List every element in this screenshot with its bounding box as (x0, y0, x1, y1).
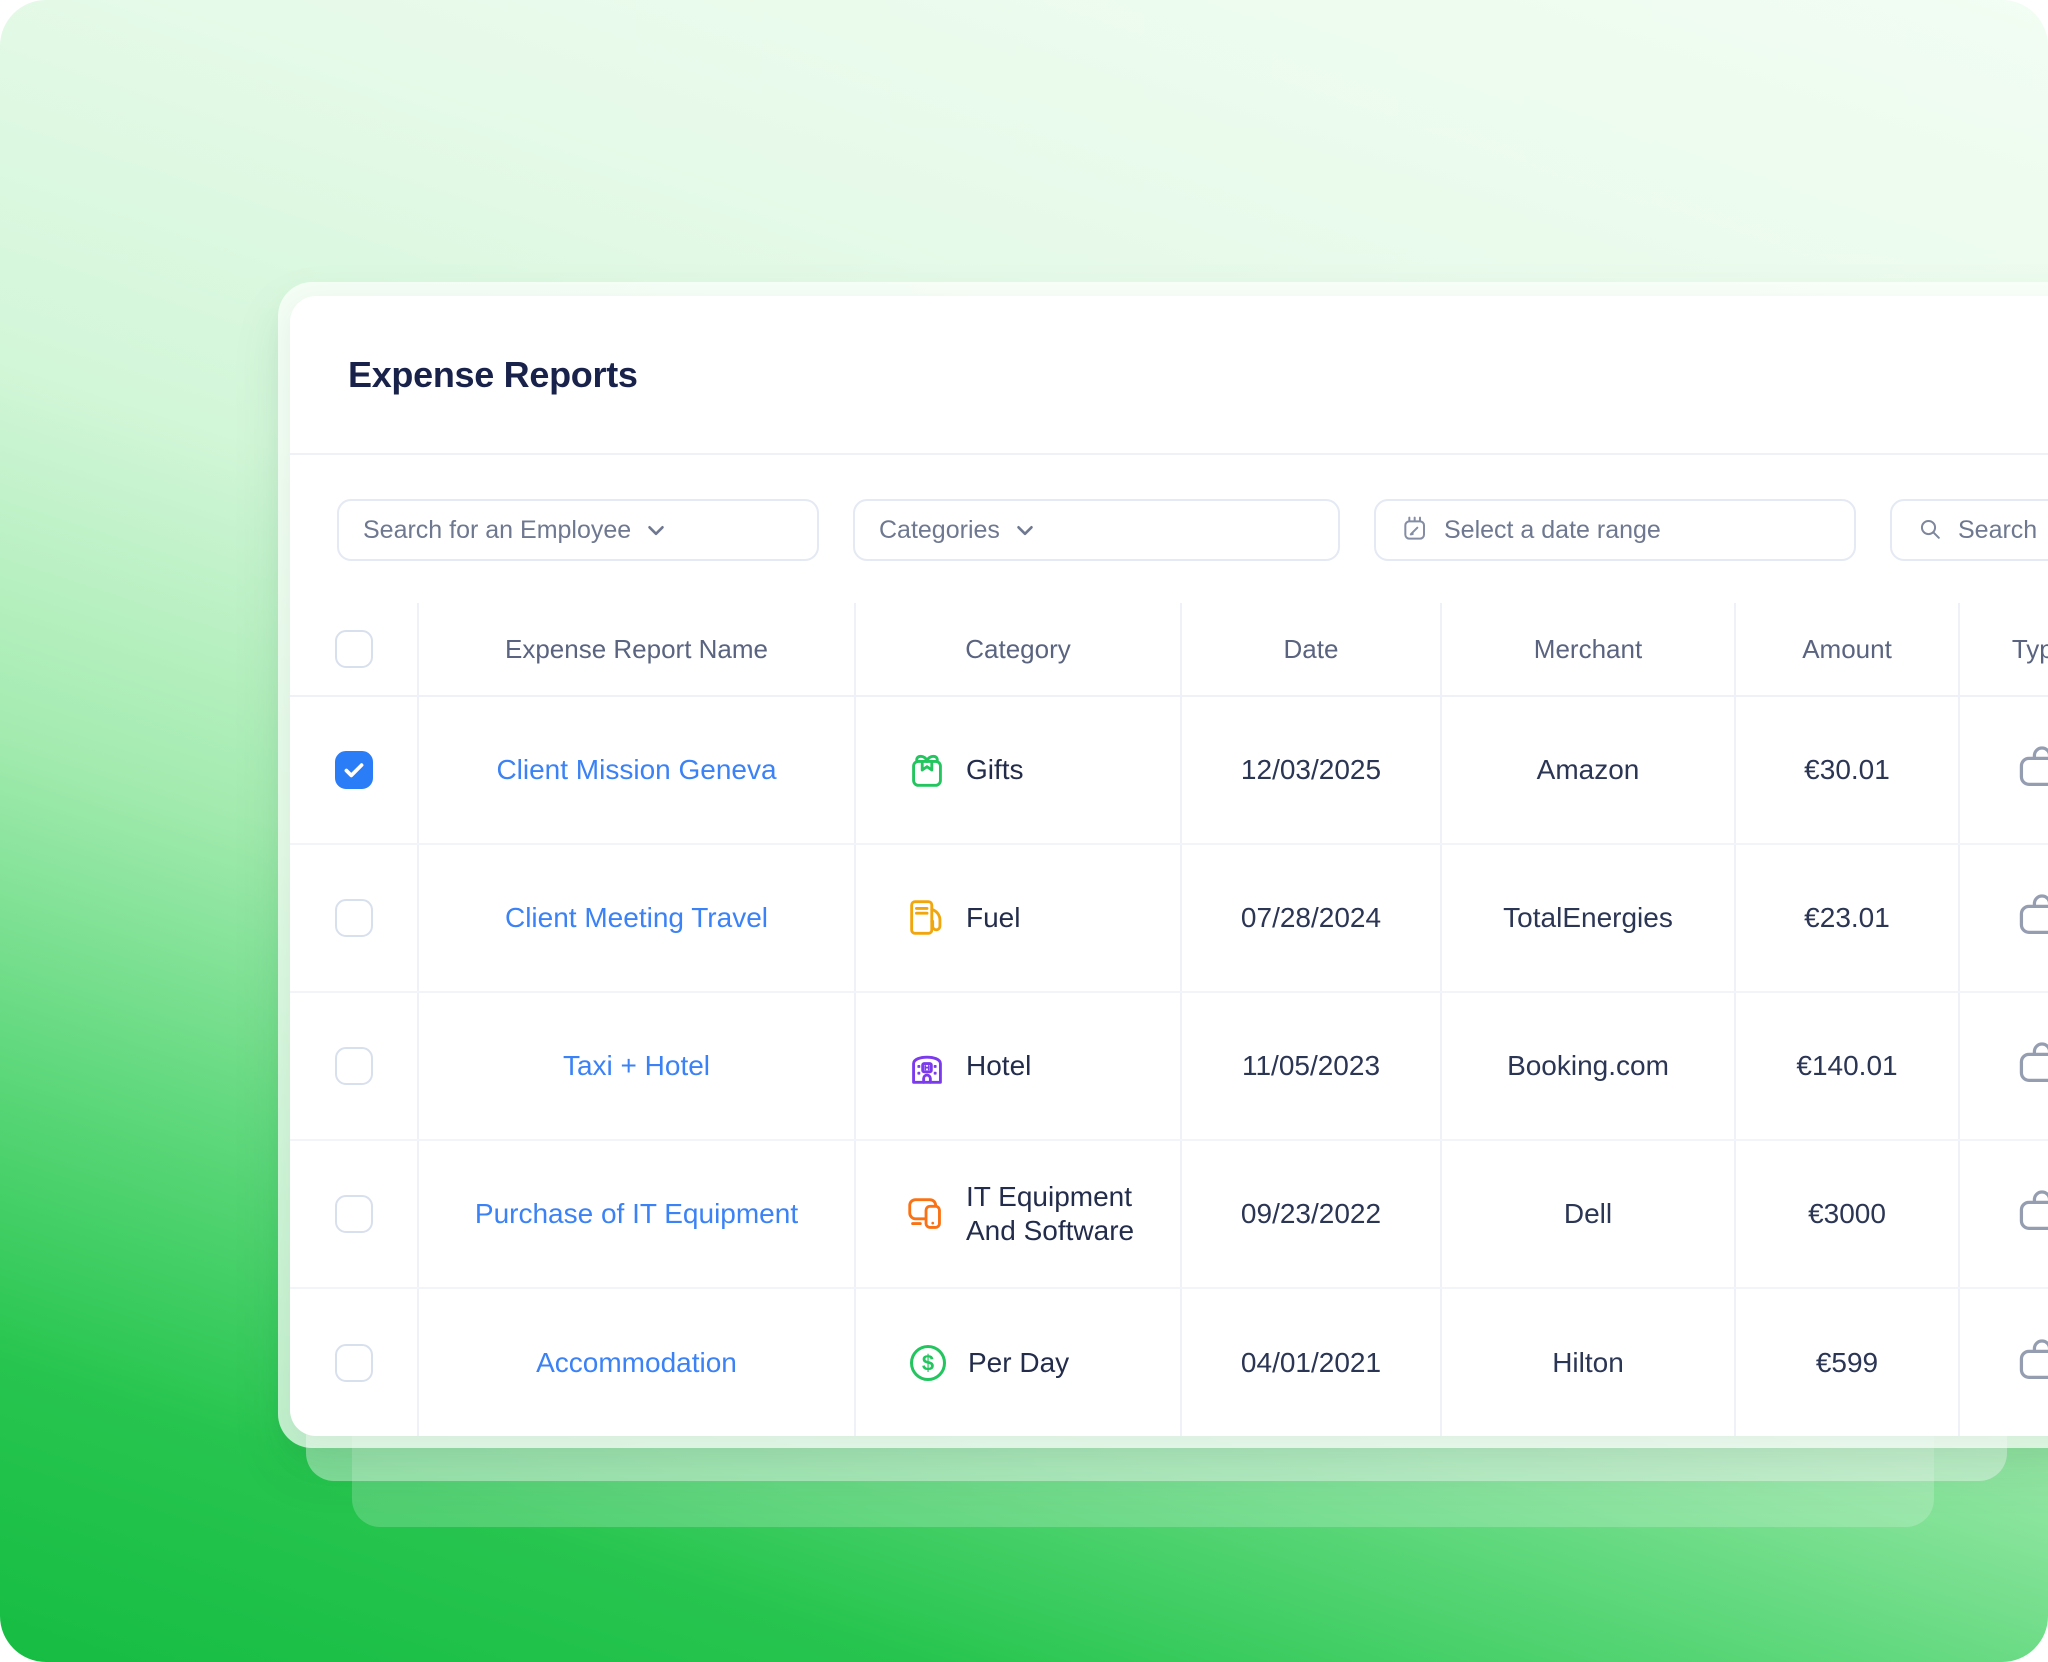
category-cell: Fuel (856, 845, 1182, 991)
merchant-cell: Dell (1442, 1141, 1736, 1287)
expense-report-link[interactable]: Accommodation (536, 1347, 737, 1379)
date-cell: 11/05/2023 (1182, 993, 1442, 1139)
merchant-cell: Booking.com (1442, 993, 1736, 1139)
expense-report-link[interactable]: Taxi + Hotel (563, 1050, 710, 1082)
type-cell (1960, 993, 2048, 1139)
amount-cell: €3000 (1736, 1141, 1960, 1287)
search-label: Search (1958, 515, 2038, 544)
expense-report-link[interactable]: Client Meeting Travel (505, 902, 768, 934)
briefcase-icon[interactable] (2016, 889, 2048, 948)
merchant-cell: Amazon (1442, 697, 1736, 843)
type-cell (1960, 845, 2048, 991)
column-header: Amount (1736, 603, 1960, 695)
row-checkbox[interactable] (334, 1344, 373, 1382)
employee-filter-label: Search for an Employee (363, 515, 632, 544)
filter-bar: Search for an Employee Categories Select… (290, 455, 2048, 561)
report-name-cell: Taxi + Hotel (419, 993, 856, 1139)
card-header: Expense Reports (290, 296, 2048, 455)
briefcase-icon[interactable] (2016, 1185, 2048, 1244)
table-row: Client Meeting Travel Fuel 07/28/2024 To… (290, 845, 2048, 993)
row-checkbox[interactable] (334, 899, 373, 937)
category-label: IT Equipment And Software (966, 1180, 1135, 1246)
checkbox-cell (290, 1141, 419, 1287)
table-row: Client Mission Geneva Gifts 12/03/2025 A… (290, 697, 2048, 845)
category-cell: IT Equipment And Software (856, 1141, 1182, 1287)
gift-icon (904, 747, 950, 793)
briefcase-icon[interactable] (2016, 741, 2048, 800)
checkbox-cell (290, 993, 419, 1139)
date-cell: 04/01/2021 (1182, 1289, 1442, 1436)
table-header-row: Expense Report Name Category Date Mercha… (290, 603, 2048, 697)
employee-filter-dropdown[interactable]: Search for an Employee (337, 499, 819, 561)
category-label: Fuel (966, 901, 1021, 933)
page-title: Expense Reports (348, 353, 638, 395)
amount-cell: €23.01 (1736, 845, 1960, 991)
select-all-cell (290, 603, 419, 695)
search-input[interactable]: Search (1890, 499, 2048, 561)
type-cell (1960, 1141, 2048, 1287)
merchant-cell: TotalEnergies (1442, 845, 1736, 991)
categories-filter-dropdown[interactable]: Categories (853, 499, 1340, 561)
select-all-checkbox[interactable] (334, 630, 373, 668)
type-cell (1960, 1289, 2048, 1436)
column-header: Type (2011, 633, 2048, 664)
expense-reports-table: Expense Report Name Category Date Mercha… (290, 603, 2048, 1436)
category-cell: Gifts (856, 697, 1182, 843)
calendar-edit-icon (1404, 516, 1425, 540)
search-icon (1920, 519, 1940, 539)
expense-report-link[interactable]: Purchase of IT Equipment (475, 1198, 798, 1230)
column-header: Merchant (1442, 603, 1736, 695)
dollar-circle-icon: $ (904, 1339, 952, 1387)
table-row: Accommodation $ Per Day 04/01/2021 Hilto… (290, 1289, 2048, 1436)
date-cell: 09/23/2022 (1182, 1141, 1442, 1287)
expense-reports-card: Expense Reports Search for an Employee C… (290, 296, 2048, 1436)
category-label: Gifts (966, 753, 1024, 785)
category-cell: $ Per Day (856, 1289, 1182, 1436)
table-row: Taxi + Hotel Hotel 11/05/2023 Booking.co… (290, 993, 2048, 1141)
expense-report-link[interactable]: Client Mission Geneva (496, 754, 776, 786)
column-header: Category (856, 603, 1182, 695)
chevron-down-icon (1017, 525, 1033, 536)
category-cell: Hotel (856, 993, 1182, 1139)
type-cell (1960, 697, 2048, 843)
page-background: Expense Reports Search for an Employee C… (0, 0, 2048, 1662)
date-cell: 12/03/2025 (1182, 697, 1442, 843)
row-checkbox[interactable] (334, 1195, 373, 1233)
report-name-cell: Client Meeting Travel (419, 845, 856, 991)
report-name-cell: Accommodation (419, 1289, 856, 1436)
categories-filter-label: Categories (879, 515, 1000, 544)
briefcase-icon[interactable] (2016, 1037, 2048, 1096)
checkbox-cell (290, 697, 419, 843)
amount-cell: €140.01 (1736, 993, 1960, 1139)
chevron-down-icon (648, 525, 665, 536)
report-name-cell: Client Mission Geneva (419, 697, 856, 843)
fuel-pump-icon (904, 895, 950, 941)
checkbox-cell (290, 845, 419, 991)
column-header: Expense Report Name (419, 603, 856, 695)
merchant-cell: Hilton (1442, 1289, 1736, 1436)
report-name-cell: Purchase of IT Equipment (419, 1141, 856, 1287)
briefcase-icon[interactable] (2016, 1334, 2048, 1393)
column-header: Date (1182, 603, 1442, 695)
hotel-building-icon (904, 1043, 950, 1089)
date-cell: 07/28/2024 (1182, 845, 1442, 991)
date-range-label: Select a date range (1444, 515, 1661, 544)
checkbox-cell (290, 1289, 419, 1436)
devices-icon (904, 1191, 950, 1237)
category-label: Per Day (968, 1346, 1070, 1378)
row-checkbox[interactable] (334, 1047, 373, 1085)
amount-cell: €599 (1736, 1289, 1960, 1436)
amount-cell: €30.01 (1736, 697, 1960, 843)
date-range-picker[interactable]: Select a date range (1374, 499, 1856, 561)
row-checkbox[interactable] (334, 751, 373, 789)
category-label: Hotel (966, 1049, 1032, 1081)
svg-text:$: $ (922, 1351, 934, 1376)
table-row: Purchase of IT Equipment IT Equipment An… (290, 1141, 2048, 1289)
